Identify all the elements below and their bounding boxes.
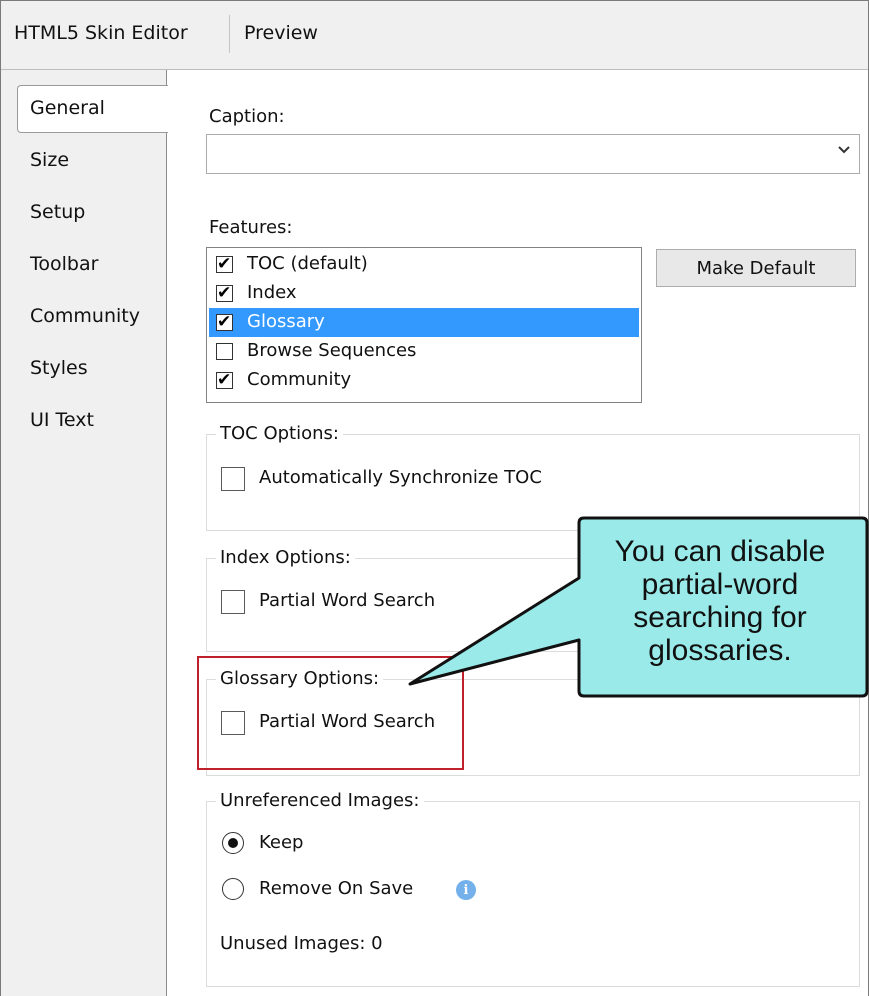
- callout-bubble: [408, 516, 869, 698]
- callout-line: glossaries.: [648, 634, 792, 667]
- callout-line: partial-word: [641, 568, 799, 601]
- callout-line: You can disable: [614, 535, 826, 568]
- callout-text: You can disable partial-word searching f…: [578, 535, 862, 667]
- callout-line: searching for: [633, 601, 807, 634]
